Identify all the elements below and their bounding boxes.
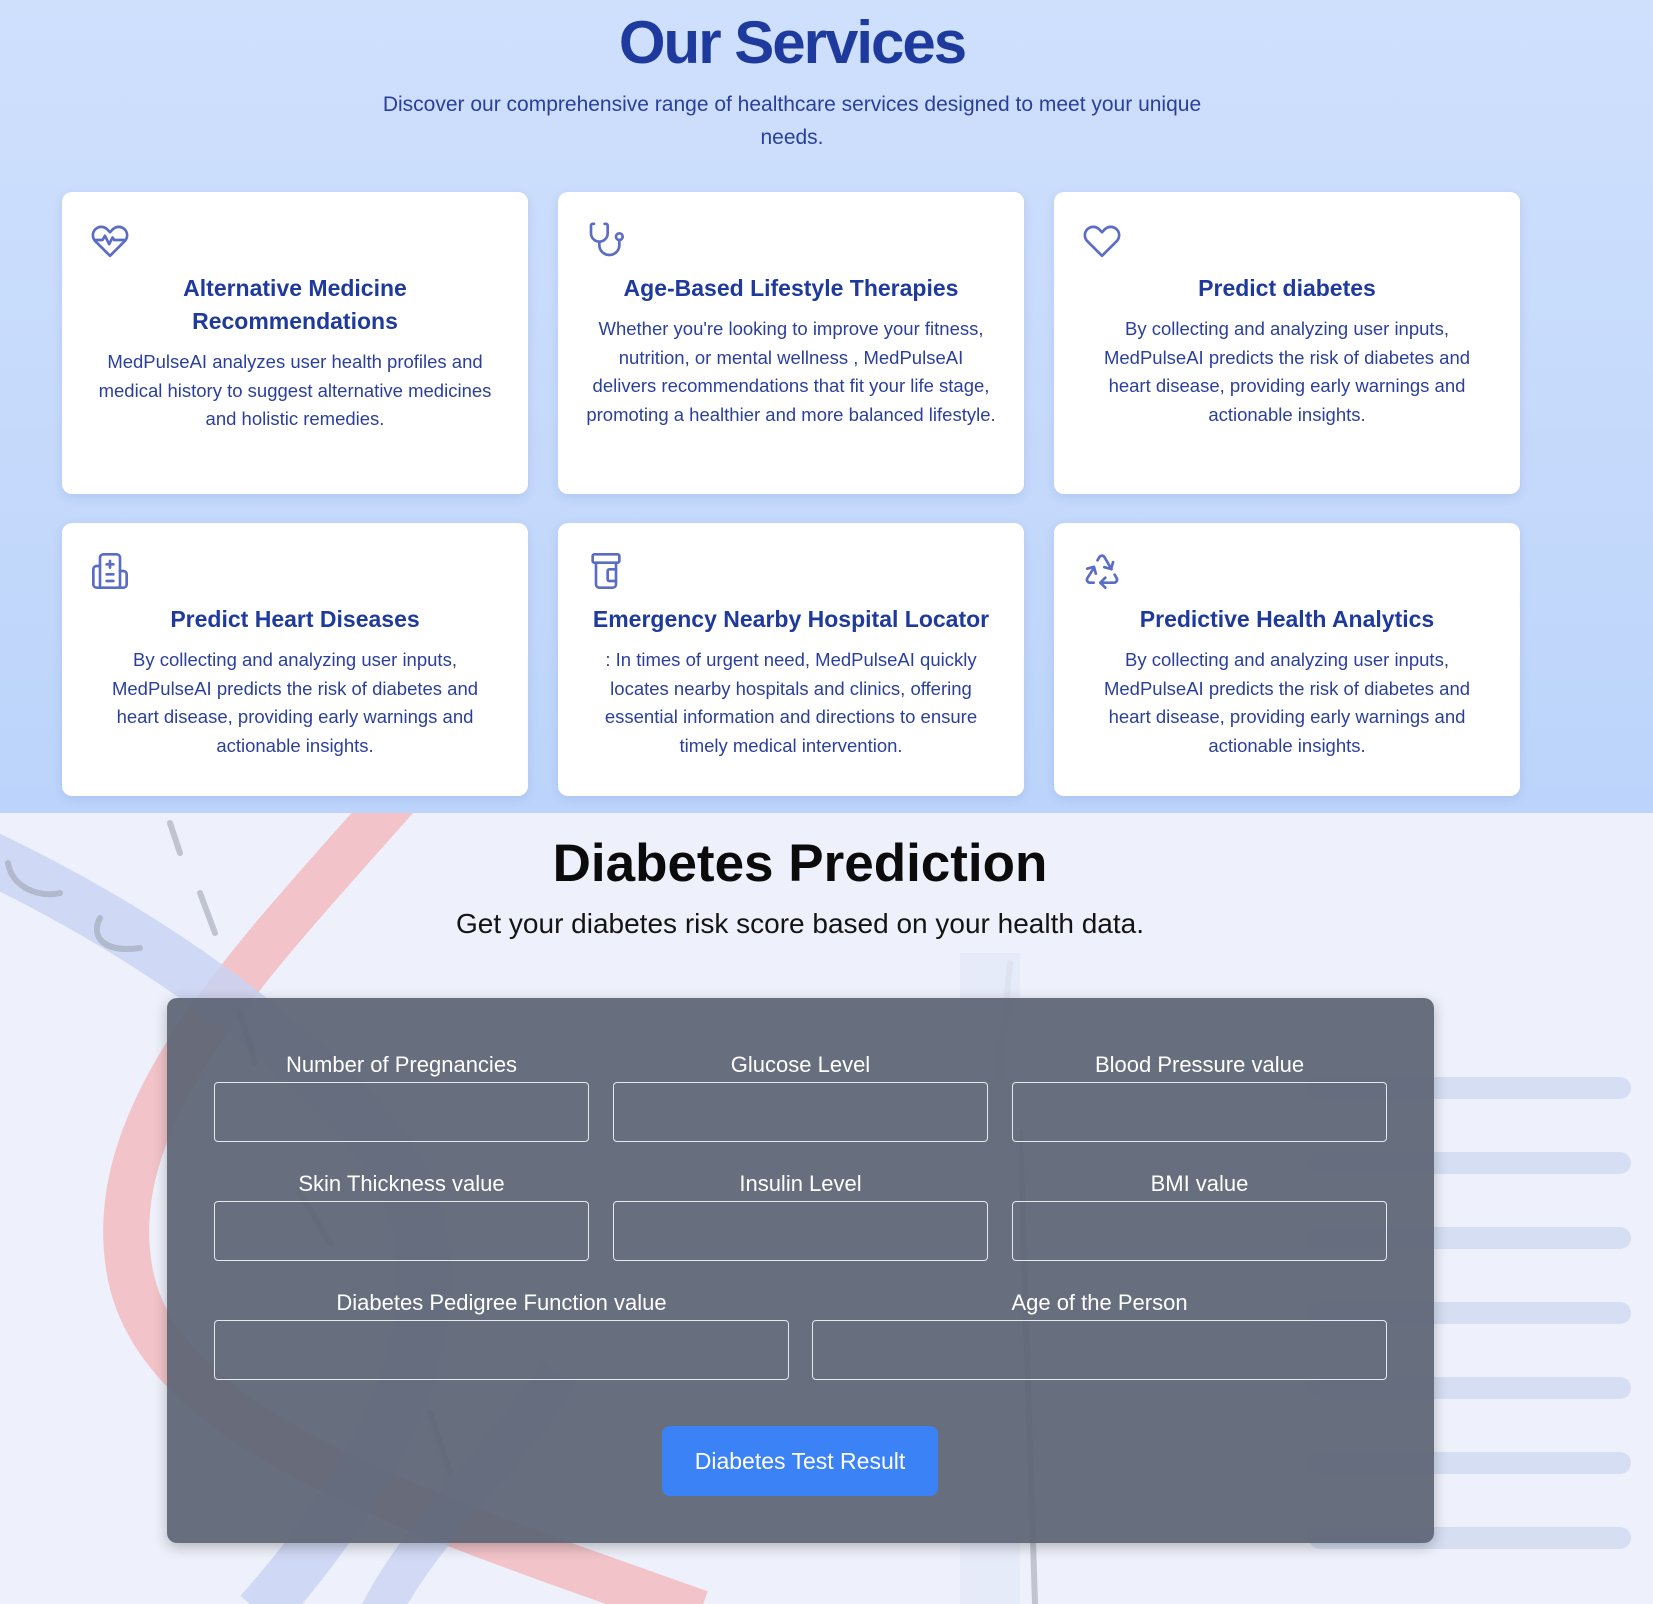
pregnancies-input[interactable] [214,1082,589,1142]
pill-bottle-icon [586,551,626,591]
hospital-icon [90,551,130,591]
service-card-title: Age-Based Lifestyle Therapies [623,275,959,301]
service-card-heart-diseases[interactable]: Predict Heart Diseases By collecting and… [62,523,528,796]
service-card-description: MedPulseAI analyzes user health profiles… [98,351,492,429]
field-label: Number of Pregnancies [285,1052,518,1077]
diabetes-prediction-section: Diabetes Prediction Get your diabetes ri… [0,813,1653,1604]
skin-thickness-input[interactable] [214,1201,589,1261]
field-blood-pressure: Blood Pressure value [1012,1050,1387,1142]
service-card-alternative-medicine[interactable]: Alternative Medicine Recommendations Med… [62,192,528,494]
service-card-description: By collecting and analyzing user inputs,… [1103,318,1471,425]
heart-icon [1082,220,1122,260]
field-label: BMI value [1150,1171,1249,1196]
field-label: Insulin Level [739,1171,862,1196]
insulin-input[interactable] [613,1201,988,1261]
field-label: Skin Thickness value [298,1171,505,1196]
service-card-title: Predictive Health Analytics [1139,606,1435,632]
field-pedigree: Diabetes Pedigree Function value [214,1288,789,1380]
field-insulin: Insulin Level [613,1169,988,1261]
pedigree-input[interactable] [214,1320,789,1380]
services-section: Our Services Discover our comprehensive … [0,0,1653,813]
field-age: Age of the Person [812,1288,1387,1380]
service-card-description: By collecting and analyzing user inputs,… [1103,649,1471,756]
service-card-predict-diabetes[interactable]: Predict diabetes By collecting and analy… [1054,192,1520,494]
field-label: Diabetes Pedigree Function value [336,1290,667,1315]
bmi-input[interactable] [1012,1201,1387,1261]
service-card-title: Predict Heart Diseases [170,606,420,632]
field-bmi: BMI value [1012,1169,1387,1261]
blood-pressure-input[interactable] [1012,1082,1387,1142]
field-pregnancies: Number of Pregnancies [214,1050,589,1142]
diabetes-title: Diabetes Prediction [552,834,1048,893]
service-card-description: : In times of urgent need, MedPulseAI qu… [604,649,978,756]
service-card-title: Predict diabetes [1198,275,1376,301]
service-card-title: Emergency Nearby Hospital Locator [592,606,990,632]
field-label: Age of the Person [1011,1290,1188,1315]
service-card-health-analytics[interactable]: Predictive Health Analytics By collectin… [1054,523,1520,796]
service-card-title: Alternative Medicine Recommendations [183,275,407,334]
stethoscope-icon [586,220,626,260]
diabetes-subtitle: Get your diabetes risk score based on yo… [456,908,1144,939]
diabetes-test-result-button[interactable]: Diabetes Test Result [662,1426,938,1496]
age-input[interactable] [812,1320,1387,1380]
field-glucose: Glucose Level [613,1050,988,1142]
service-card-hospital-locator[interactable]: Emergency Nearby Hospital Locator : In t… [558,523,1024,796]
service-card-description: By collecting and analyzing user inputs,… [111,649,479,756]
recycle-icon [1082,551,1122,591]
services-title: Our Services [618,9,967,76]
field-label: Blood Pressure value [1094,1052,1305,1077]
services-subtitle: Discover our comprehensive range of heal… [382,93,1202,149]
field-skin-thickness: Skin Thickness value [214,1169,589,1261]
heart-pulse-icon [90,220,130,260]
service-card-lifestyle-therapies[interactable]: Age-Based Lifestyle Therapies Whether yo… [558,192,1024,494]
diabetes-form: Number of Pregnancies Glucose Level Bloo… [167,998,1434,1543]
glucose-input[interactable] [613,1082,988,1142]
field-label: Glucose Level [730,1052,871,1077]
service-card-description: Whether you're looking to improve your f… [586,318,996,425]
